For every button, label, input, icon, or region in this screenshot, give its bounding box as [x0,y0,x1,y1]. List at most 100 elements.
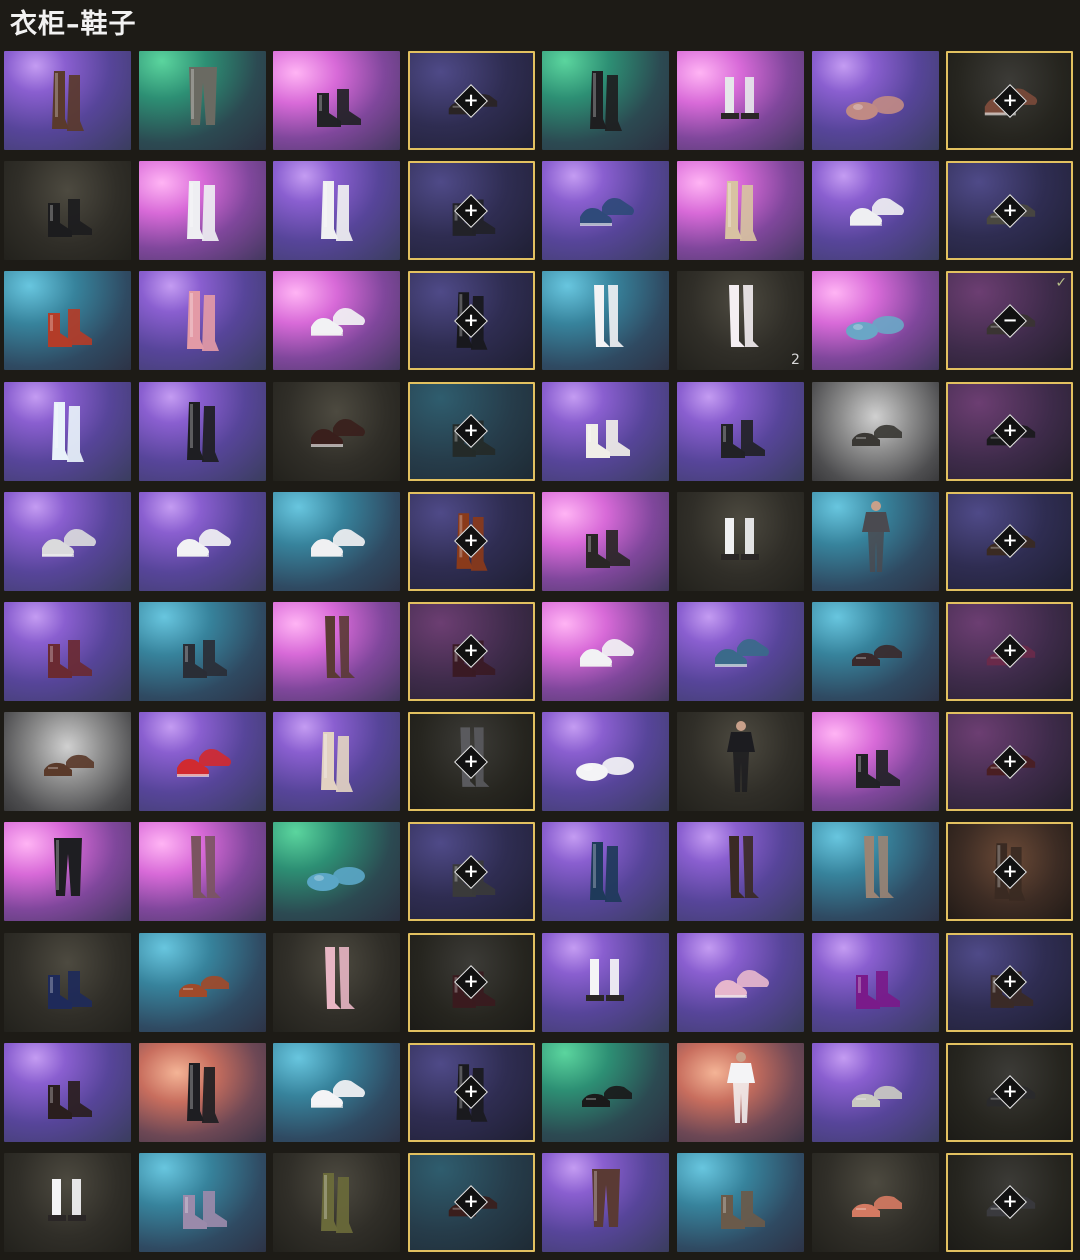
shoe-item[interactable] [273,712,401,812]
shoe-item[interactable] [542,1152,670,1252]
shoe-item[interactable]: + [407,822,535,922]
shoe-item[interactable]: + [946,1152,1074,1252]
shoe-item[interactable] [542,822,670,922]
shoe-item[interactable] [138,271,266,371]
shoe-item[interactable] [4,932,131,1032]
shoe-item[interactable] [542,601,670,701]
shoe-image [580,198,635,227]
shoe-item[interactable] [4,491,131,591]
shoe-item[interactable] [138,822,266,922]
shoe-item[interactable] [542,51,670,150]
shoe-item[interactable] [4,161,131,261]
shoe-item[interactable] [273,491,401,591]
shoe-image [590,842,623,903]
shoe-item[interactable] [811,491,939,591]
shoe-image [44,754,94,777]
shoe-item[interactable] [138,1152,266,1252]
shoe-item[interactable] [811,1042,939,1142]
shoe-item[interactable]: + [946,51,1074,150]
shoe-item[interactable] [676,1152,804,1252]
shoe-item[interactable]: + [407,381,535,481]
shoe-item[interactable]: + [946,822,1074,922]
shoe-item[interactable] [138,1042,266,1142]
shoe-item[interactable]: + [946,932,1074,1032]
shoe-item[interactable] [676,381,804,481]
shoe-item[interactable] [138,601,266,701]
shoe-item[interactable]: + [407,271,535,371]
shoe-image [851,424,902,446]
shoe-item[interactable] [138,161,266,261]
shoe-item[interactable] [273,601,401,701]
shoe-item[interactable] [811,601,939,701]
shoe-item[interactable] [542,1042,670,1142]
shoe-image [182,639,227,678]
shoe-item[interactable] [542,932,670,1032]
shoe-item[interactable] [273,51,401,150]
shoe-item[interactable] [273,932,401,1032]
shoe-item[interactable] [811,161,939,261]
shoe-item[interactable] [811,381,939,481]
shoe-item[interactable]: − ✓ [946,271,1074,371]
shoe-item[interactable] [542,491,670,591]
shoe-item[interactable]: + [946,161,1074,261]
shoe-item[interactable]: + [407,491,535,591]
shoe-image [311,418,366,447]
shoe-item[interactable]: + [407,51,535,150]
shoe-item[interactable] [273,822,401,922]
shoe-item[interactable] [676,491,804,591]
shoe-item[interactable] [4,1042,131,1142]
shoe-item[interactable] [811,712,939,812]
shoe-item[interactable] [542,381,670,481]
shoe-item[interactable] [676,932,804,1032]
shoe-item[interactable] [4,822,131,922]
shoe-item[interactable] [4,381,131,481]
shoe-item[interactable]: + [946,381,1074,481]
shoe-item[interactable] [811,822,939,922]
shoe-item[interactable] [542,161,670,261]
shoe-item[interactable] [676,822,804,922]
shoe-item[interactable] [273,1042,401,1142]
shoe-item[interactable] [4,601,131,701]
shoe-item[interactable]: + [407,932,535,1032]
shoe-item[interactable]: + [946,491,1074,591]
shoe-item[interactable] [138,381,266,481]
shoe-image [720,517,759,560]
shoe-item[interactable] [676,161,804,261]
shoe-item[interactable] [138,491,266,591]
shoe-image [851,644,902,666]
shoe-item[interactable]: + [946,712,1074,812]
shoe-item[interactable]: + [946,1042,1074,1142]
shoe-item[interactable] [4,271,131,371]
shoe-item[interactable] [273,161,401,261]
shoe-item[interactable] [138,932,266,1032]
shoe-item[interactable] [811,932,939,1032]
shoe-item[interactable]: + [407,601,535,701]
shoe-item[interactable]: + [407,1042,535,1142]
shoe-item[interactable]: + [407,712,535,812]
shoe-item[interactable]: 2 [676,271,804,371]
shoe-item[interactable] [273,271,401,371]
shoe-item[interactable] [542,712,670,812]
shoe-item[interactable] [138,712,266,812]
shoe-item[interactable]: + [407,161,535,261]
shoe-image [48,1080,92,1119]
shoe-item[interactable] [811,51,939,150]
shoe-item[interactable] [138,51,266,150]
shoe-item[interactable] [676,1042,804,1142]
shoe-item[interactable] [542,271,670,371]
shoe-image [724,181,757,242]
shoe-item[interactable] [676,712,804,812]
shoe-item[interactable] [273,381,401,481]
shoe-item[interactable] [4,51,131,150]
shoe-image [849,198,904,227]
shoe-item[interactable] [811,1152,939,1252]
shoe-item[interactable] [811,271,939,371]
shoe-item[interactable] [4,1152,131,1252]
shoe-item[interactable] [676,51,804,150]
shoe-item[interactable]: + [407,1152,535,1252]
shoe-item[interactable]: + [946,601,1074,701]
shoe-item[interactable] [676,601,804,701]
shoe-item[interactable] [4,712,131,812]
shoe-image [726,721,755,793]
shoe-item[interactable] [273,1152,401,1252]
